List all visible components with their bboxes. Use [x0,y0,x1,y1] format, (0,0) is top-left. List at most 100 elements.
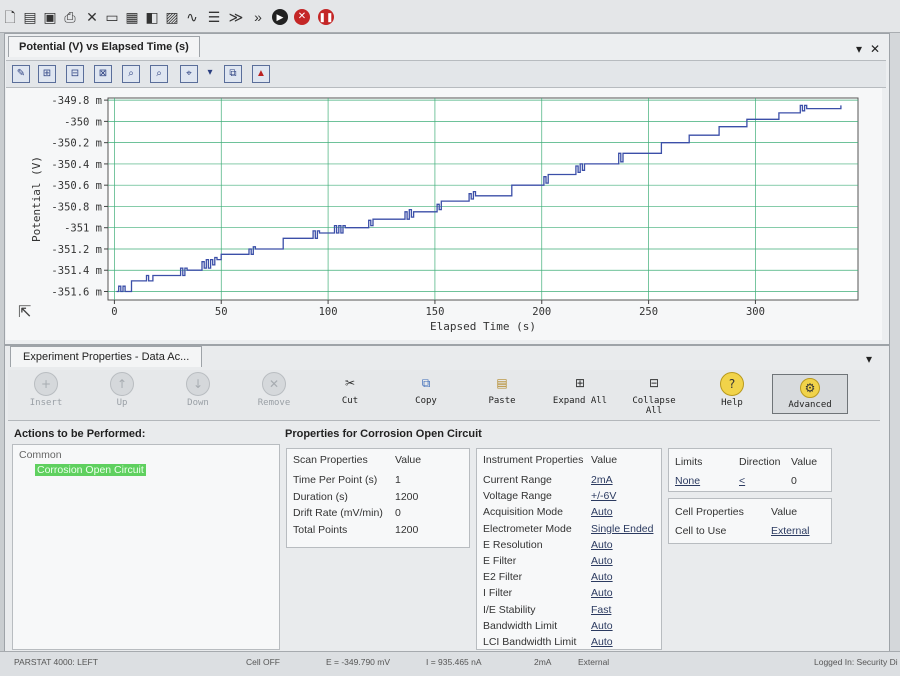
down-arrow-icon: ↓ [186,372,210,396]
status-potential: E = -349.790 mV [326,657,391,667]
scan-properties-table: Scan Properties Value Time Per Point (s)… [286,448,470,548]
y-tick-label: -350.6 m [51,180,102,192]
collapse-all-button[interactable]: ⊟ Collapse All [622,372,686,416]
scan-row-name: Total Points [293,523,348,536]
advanced-button[interactable]: ⚙ Advanced [772,374,848,414]
status-mode: External [578,657,610,667]
cut-button[interactable]: ✂ Cut [318,372,382,406]
properties-tab-title: Experiment Properties - Data Ac... [23,351,190,363]
plot-frame [107,97,859,301]
y-tick-label: -350.4 m [51,159,102,171]
actions-tree: Common Corrosion Open Circuit [12,444,280,650]
advanced-icon: ⚙ [800,378,820,398]
command-bar: + Insert ↑ Up ↓ Down ✕ Remove ✂ Cut ⧉ Copy ▤ Pa… [8,370,880,421]
copy-label: Copy [415,396,437,406]
advanced-content: ⚙ Advanced [778,378,842,410]
cell-to-use-link[interactable]: External [771,525,810,537]
x-tick-label: 100 [319,306,338,318]
instrument-row-value-link[interactable]: Single Ended [591,523,653,535]
y-axis-label: Potential (V) [30,156,43,242]
paste-label: Paste [488,396,516,406]
instrument-row-value-link[interactable]: Auto [591,636,613,648]
remove-label: Remove [257,398,291,408]
instrument-row-name: Acquisition Mode [483,506,563,519]
down-button[interactable]: ↓ Down [166,372,230,408]
up-arrow-icon: ↑ [110,372,134,396]
instrument-header-value: Value [591,454,618,466]
paste-button[interactable]: ▤ Paste [470,372,534,406]
instrument-row-name: E Resolution [483,538,543,551]
scan-row-value[interactable]: 1 [395,474,401,486]
help-label: Help [721,398,743,408]
scan-row-value[interactable]: 1200 [395,491,418,503]
status-cell: Cell OFF [246,657,280,667]
limit-none-link[interactable]: None [675,475,700,487]
tree-root-common[interactable]: Common [19,449,62,461]
instrument-row-name: Voltage Range [483,490,552,503]
up-button[interactable]: ↑ Up [90,372,154,408]
scan-row-value[interactable]: 1200 [395,524,418,536]
scan-row-value[interactable]: 0 [395,507,401,519]
x-tick-label: 0 [111,306,117,318]
expand-icon: ⊞ [574,376,586,390]
mouse-cursor-icon: ⇱ [18,304,32,321]
x-tick-label: 250 [639,306,658,318]
insert-button[interactable]: + Insert [14,372,78,408]
tree-item-selected[interactable]: Corrosion Open Circuit [35,464,146,476]
limit-direction-link[interactable]: < [739,475,745,487]
instrument-row-value-link[interactable]: Auto [591,620,613,632]
y-tick-label: -351.4 m [51,265,102,277]
copy-button[interactable]: ⧉ Copy [394,372,458,406]
instrument-row-value-link[interactable]: 2mA [591,474,613,486]
y-tick-label: -351.6 m [51,286,102,298]
cell-properties-header: Cell Properties [675,506,744,518]
instrument-row-value-link[interactable]: Auto [591,571,613,583]
properties-menu-icon[interactable]: ▾ [866,352,872,366]
scan-header-name: Scan Properties [293,454,368,466]
instrument-row-value-link[interactable]: Auto [591,506,613,518]
status-bar: PARSTAT 4000: LEFT Cell OFF E = -349.790… [0,651,900,676]
tab-experiment-properties[interactable]: Experiment Properties - Data Ac... [10,346,203,367]
status-login: Logged In: Security Di [814,657,898,667]
collapse-all-label: Collapse All [632,396,676,416]
direction-header: Direction [739,456,781,468]
potential-vs-time-chart: 0 50 100 150 200 250 300 -349.8 m -350 m -350.2 m… [30,95,859,333]
paste-icon: ▤ [496,376,508,390]
collapse-icon: ⊟ [648,376,660,390]
limit-value-header: Value [791,456,818,468]
copy-icon: ⧉ [421,376,431,390]
y-tick-label: -350.8 m [51,201,102,213]
instrument-header-name: Instrument Properties [483,454,584,466]
y-tick-label: -351.2 m [51,244,102,256]
help-button[interactable]: ? Help [700,372,764,408]
limits-table: Limits Direction Value None < 0 [668,448,832,492]
expand-all-label: Expand All [552,396,608,406]
limits-header: Limits [675,456,703,468]
remove-button[interactable]: ✕ Remove [242,372,306,408]
instrument-row-value-link[interactable]: Auto [591,587,613,599]
instrument-row-name: Electrometer Mode [483,522,572,535]
instrument-row-value-link[interactable]: Auto [591,555,613,567]
scan-row-name: Duration (s) [293,490,348,503]
scissors-icon: ✂ [344,376,356,390]
instrument-row-name: I Filter [483,587,513,600]
x-tick-label: 150 [425,306,444,318]
instrument-row-value-link[interactable]: Auto [591,539,613,551]
x-axis-label: Elapsed Time (s) [430,320,536,333]
instrument-row-value-link[interactable]: Fast [591,604,611,616]
instrument-row-name: Current Range [483,474,552,486]
y-tick-label: -350 m [64,116,102,128]
instrument-row-name: I/E Stability [483,603,536,616]
instrument-row-name: Bandwidth Limit [483,619,558,632]
properties-title: Properties for Corrosion Open Circuit [285,428,482,440]
cell-to-use-label: Cell to Use [675,525,727,537]
status-current: I = 935.465 nA [426,657,482,667]
expand-all-button[interactable]: ⊞ Expand All [548,372,612,406]
instrument-properties-table: Instrument Properties Value Current Rang… [476,448,662,650]
up-label: Up [116,398,128,408]
limit-value: 0 [791,475,797,487]
advanced-label: Advanced [788,400,832,410]
instrument-row-value-link[interactable]: +/-6V [591,490,616,502]
scan-row-name: Drift Rate (mV/min) [293,507,383,519]
x-tick-label: 50 [215,306,228,318]
